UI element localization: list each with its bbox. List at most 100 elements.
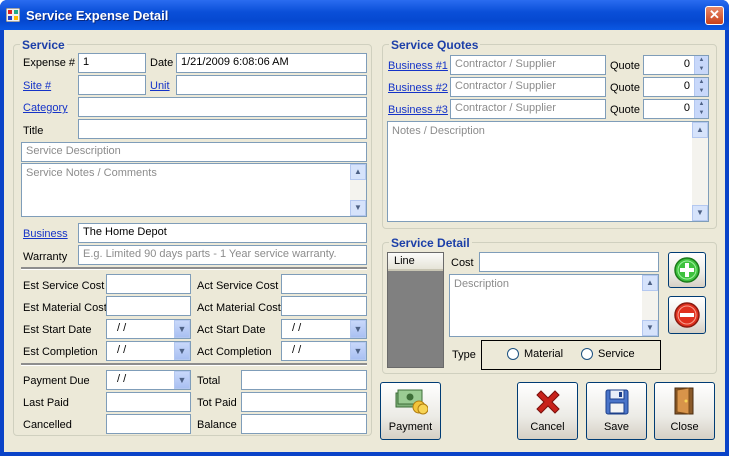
business-2-link[interactable]: Business #2: [388, 82, 448, 94]
last-paid-field[interactable]: [106, 392, 191, 412]
balance-label: Balance: [197, 419, 237, 431]
act-start-date-value: / /: [292, 322, 302, 334]
est-service-cost-label: Est Service Cost: [23, 280, 105, 292]
scroll-up-icon[interactable]: ▲: [692, 122, 708, 138]
tot-paid-field[interactable]: [241, 392, 367, 412]
quote-3-spinner[interactable]: 0 ▲ ▼: [643, 99, 709, 119]
chevron-down-icon[interactable]: ▼: [350, 342, 366, 360]
line-column-header[interactable]: Line: [388, 253, 443, 271]
remove-line-button[interactable]: [668, 296, 706, 334]
payment-button-label: Payment: [388, 421, 433, 433]
cancelled-label: Cancelled: [23, 419, 72, 431]
chevron-down-icon[interactable]: ▼: [174, 342, 190, 360]
detail-description-placeholder: Description: [454, 278, 510, 290]
quote-1-value: 0: [683, 58, 690, 70]
est-completion-picker[interactable]: / / ▼: [106, 341, 191, 361]
service-quotes-group-title: Service Quotes: [389, 38, 481, 52]
scroll-up-icon[interactable]: ▲: [642, 275, 658, 291]
business-2-field[interactable]: Contractor / Supplier: [450, 77, 606, 97]
scroll-up-icon[interactable]: ▲: [350, 164, 366, 180]
material-radio-label[interactable]: Material: [524, 348, 563, 360]
detail-description-scrollbar[interactable]: ▲ ▼: [642, 275, 658, 336]
last-paid-label: Last Paid: [23, 397, 69, 409]
spinner-buttons[interactable]: ▲ ▼: [694, 78, 708, 96]
window-title: Service Expense Detail: [26, 8, 169, 23]
save-button[interactable]: Save: [586, 382, 647, 440]
act-material-cost-field[interactable]: [281, 296, 367, 316]
material-radio[interactable]: [507, 348, 519, 360]
site-number-link[interactable]: Site #: [23, 80, 51, 92]
business-3-link[interactable]: Business #3: [388, 104, 448, 116]
unit-link[interactable]: Unit: [150, 80, 170, 92]
est-material-cost-label: Est Material Cost: [23, 302, 107, 314]
total-label: Total: [197, 375, 221, 387]
expense-number-field[interactable]: 1: [78, 53, 146, 73]
line-list[interactable]: Line: [387, 252, 444, 368]
total-field[interactable]: [241, 370, 367, 390]
business-1-field[interactable]: Contractor / Supplier: [450, 55, 606, 75]
spin-down-icon[interactable]: ▼: [695, 87, 708, 96]
detail-description-field[interactable]: Description ▲ ▼: [449, 274, 659, 337]
business-field[interactable]: The Home Depot: [78, 223, 367, 243]
service-detail-group-title: Service Detail: [389, 236, 472, 250]
act-start-date-label: Act Start Date: [197, 324, 266, 336]
payment-button[interactable]: Payment: [380, 382, 441, 440]
spin-down-icon[interactable]: ▼: [695, 109, 708, 118]
unit-field[interactable]: [176, 75, 367, 95]
category-link[interactable]: Category: [23, 102, 68, 114]
quote-notes-scrollbar[interactable]: ▲ ▼: [692, 122, 708, 221]
business-link[interactable]: Business: [23, 228, 68, 240]
quote-2-spinner[interactable]: 0 ▲ ▼: [643, 77, 709, 97]
title-field[interactable]: [78, 119, 367, 139]
category-field[interactable]: [78, 97, 367, 117]
chevron-down-icon[interactable]: ▼: [174, 371, 190, 389]
payment-due-picker[interactable]: / / ▼: [106, 370, 191, 390]
scroll-down-icon[interactable]: ▼: [350, 200, 366, 216]
expense-number-label: Expense #: [23, 57, 75, 69]
service-radio-label[interactable]: Service: [598, 348, 635, 360]
spin-down-icon[interactable]: ▼: [695, 65, 708, 74]
business-1-link[interactable]: Business #1: [388, 60, 448, 72]
close-window-button[interactable]: ✕: [705, 6, 724, 25]
spin-up-icon[interactable]: ▲: [695, 78, 708, 87]
est-material-cost-field[interactable]: [106, 296, 191, 316]
quote-1-spinner[interactable]: 0 ▲ ▼: [643, 55, 709, 75]
quote-2-value: 0: [683, 80, 690, 92]
quote-notes-field[interactable]: Notes / Description ▲ ▼: [387, 121, 709, 222]
business-3-field[interactable]: Contractor / Supplier: [450, 99, 606, 119]
spinner-buttons[interactable]: ▲ ▼: [694, 100, 708, 118]
scroll-down-icon[interactable]: ▼: [642, 320, 658, 336]
quote-notes-placeholder: Notes / Description: [392, 125, 485, 137]
title-label: Title: [23, 125, 44, 137]
cost-label: Cost: [451, 257, 474, 269]
act-completion-picker[interactable]: / / ▼: [281, 341, 367, 361]
add-line-button[interactable]: [668, 252, 706, 288]
est-service-cost-field[interactable]: [106, 274, 191, 294]
service-notes-scrollbar[interactable]: ▲ ▼: [350, 164, 366, 216]
date-field[interactable]: 1/21/2009 6:08:06 AM: [176, 53, 367, 73]
site-number-field[interactable]: [78, 75, 146, 95]
scroll-down-icon[interactable]: ▼: [692, 205, 708, 221]
act-service-cost-field[interactable]: [281, 274, 367, 294]
money-icon: [395, 389, 428, 415]
chevron-down-icon[interactable]: ▼: [350, 320, 366, 338]
spin-up-icon[interactable]: ▲: [695, 56, 708, 65]
balance-field[interactable]: [241, 414, 367, 434]
tot-paid-label: Tot Paid: [197, 397, 237, 409]
close-button-label: Close: [670, 421, 699, 433]
act-start-date-picker[interactable]: / / ▼: [281, 319, 367, 339]
close-button[interactable]: Close: [654, 382, 715, 440]
spin-up-icon[interactable]: ▲: [695, 100, 708, 109]
title-bar: Service Expense Detail ✕: [0, 0, 729, 30]
spinner-buttons[interactable]: ▲ ▼: [694, 56, 708, 74]
cancel-button[interactable]: Cancel: [517, 382, 578, 440]
cancelled-field[interactable]: [106, 414, 191, 434]
chevron-down-icon[interactable]: ▼: [174, 320, 190, 338]
service-radio[interactable]: [581, 348, 593, 360]
date-label: Date: [150, 57, 174, 69]
service-description-field[interactable]: Service Description: [21, 142, 367, 162]
cost-field[interactable]: [479, 252, 659, 272]
est-start-date-picker[interactable]: / / ▼: [106, 319, 191, 339]
service-notes-field[interactable]: Service Notes / Comments ▲ ▼: [21, 163, 367, 217]
warranty-field[interactable]: E.g. Limited 90 days parts - 1 Year serv…: [78, 245, 367, 265]
